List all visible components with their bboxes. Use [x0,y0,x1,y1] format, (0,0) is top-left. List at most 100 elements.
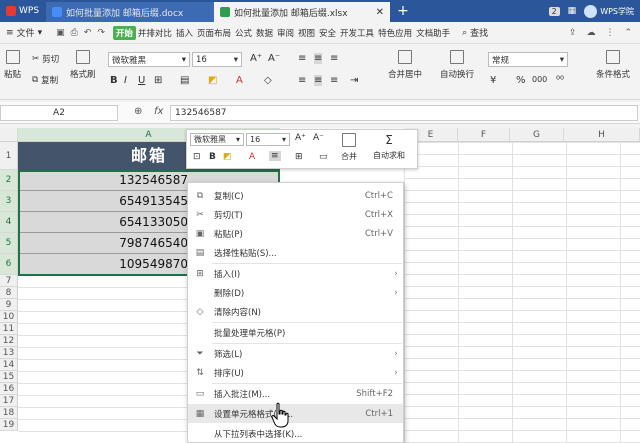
menu-item-filter[interactable]: ⏷ 筛选(L) › [188,344,403,363]
menu-item-copy[interactable]: ⧉ 复制(C) Ctrl+C [188,186,403,205]
fill-color-icon[interactable]: ◩ [208,75,217,86]
row-header-12[interactable]: 12 [0,335,18,347]
indent-icon[interactable]: ⇥ [350,75,358,86]
menu-features[interactable]: 特色应用 [376,27,414,39]
border-icon[interactable]: ⊞ [154,75,162,86]
font-name-select[interactable]: 微软雅黑 ▾ [108,52,190,67]
search-box[interactable]: ⌕ 查找 [462,26,488,40]
row-header-1[interactable]: 1 [0,142,18,170]
collapse-ribbon-icon[interactable]: ⌃ [624,28,632,38]
menu-item-cut[interactable]: ✂ 剪切(T) Ctrl+X [188,205,403,224]
merge-cells-icon[interactable]: ▤ [180,75,189,86]
increase-font-icon[interactable]: A⁺ [250,53,262,64]
decimal-icon[interactable]: ⁰⁰ [556,75,564,86]
number-format-select[interactable]: 常规 ▾ [488,52,568,67]
menu-item-insert-comment[interactable]: ▭ 插入批注(M)... Shift+F2 [188,384,403,403]
menu-item-insert[interactable]: ⊞ 插入(I) › [188,264,403,283]
row-header-9[interactable]: 9 [0,299,18,311]
clear-format-icon[interactable]: ◇ [264,75,272,86]
zoom-icon[interactable]: ⊕ [134,106,142,117]
menu-item-paste[interactable]: ▣ 粘贴(P) Ctrl+V [188,224,403,243]
mini-font-size-select[interactable]: 16 ▾ [246,133,290,146]
conditional-format-button[interactable]: 条件格式 [596,50,630,80]
name-box[interactable]: A2 [0,105,118,121]
currency-icon[interactable]: ¥ [490,75,496,86]
more-icon[interactable]: ⋮ [605,28,614,38]
menu-insert[interactable]: 插入 [174,27,195,39]
thousands-button[interactable]: 000 [532,75,547,84]
bold-button[interactable]: B [110,75,118,86]
window-count-badge[interactable]: 2 [548,6,560,16]
new-tab-button[interactable]: + [390,3,416,19]
row-header-5[interactable]: 5 [0,233,18,254]
menu-doc-assistant[interactable]: 文档助手 [414,27,452,39]
menu-item-pick-list[interactable]: 从下拉列表中选择(K)... [188,424,403,443]
menu-item-batch[interactable]: 批量处理单元格(P) [188,323,403,342]
row-header-18[interactable]: 18 [0,407,18,419]
tab-docx[interactable]: 如何批量添加 邮箱后缀.docx [46,2,214,22]
row-header-3[interactable]: 3 [0,191,18,212]
copy-button[interactable]: ⧉ 复制 [32,74,58,86]
mini-font-name-select[interactable]: 微软雅黑 ▾ [190,133,244,146]
format-painter-button[interactable]: 格式刷 [70,50,96,80]
mini-bold-button[interactable]: B [209,152,216,162]
mini-font-color-icon[interactable]: A [249,152,255,162]
align-top-icon[interactable]: ≡ [298,53,306,64]
menu-item-sort[interactable]: ⇅ 排序(U) › [188,363,403,382]
row-header-14[interactable]: 14 [0,359,18,371]
column-header-f[interactable]: F [458,128,510,142]
paste-button[interactable]: 粘贴 [4,50,21,80]
menu-compare[interactable]: 并排对比 [136,27,174,39]
menu-item-clear[interactable]: ◇ 清除内容(N) [188,302,403,321]
close-tab-icon[interactable]: ✕ [376,7,384,18]
fx-button[interactable]: fx [154,106,163,117]
menu-item-delete[interactable]: 删除(D) › [188,283,403,302]
share-icon[interactable]: ⇪ [569,28,577,38]
menu-review[interactable]: 审阅 [275,27,296,39]
menu-security[interactable]: 安全 [317,27,338,39]
tab-xlsx[interactable]: 如何批量添加 邮箱后缀.xlsx ✕ [214,2,390,22]
mini-decrease-font-icon[interactable]: A⁻ [313,133,324,143]
formula-input[interactable]: 132546587 [170,105,638,121]
select-all-corner[interactable] [0,128,18,142]
mini-fill-color-icon[interactable]: ◩ [223,152,232,162]
menu-item-paste-special[interactable]: ▤ 选择性粘贴(S)... [188,243,403,262]
merge-center-button[interactable]: 合并居中 [388,50,422,80]
mini-merge-button[interactable]: 合并 [341,133,357,162]
undo-icon[interactable]: ↶ [84,28,92,38]
row-header-7[interactable]: 7 [0,275,18,287]
align-right-icon[interactable]: ≡ [330,75,338,86]
mini-autosum-button[interactable]: Σ 自动求和 [373,133,405,161]
row-header-11[interactable]: 11 [0,323,18,335]
mini-format-icon[interactable]: ⊡ [193,152,201,162]
empty-cells[interactable] [404,142,640,443]
underline-button[interactable]: U [138,75,145,86]
user-account[interactable]: WPS学院 [584,4,634,18]
row-header-4[interactable]: 4 [0,212,18,233]
mini-increase-font-icon[interactable]: A⁺ [295,133,306,143]
menu-start[interactable]: 开始 [112,25,136,40]
column-header-h[interactable]: H [564,128,640,142]
menu-formula[interactable]: 公式 [233,27,254,39]
align-middle-icon[interactable]: ≡ [314,53,323,64]
row-header-2[interactable]: 2 [0,170,18,191]
menu-page-layout[interactable]: 页面布局 [195,27,233,39]
menu-data[interactable]: 数据 [254,27,275,39]
wrap-text-button[interactable]: 自动换行 [440,50,474,80]
font-size-select[interactable]: 16 ▾ [192,52,242,67]
grid-icon[interactable]: ▦ [568,6,577,16]
row-header-17[interactable]: 17 [0,395,18,407]
row-header-16[interactable]: 16 [0,383,18,395]
cut-button[interactable]: ✂ 剪切 [32,53,59,65]
row-header-10[interactable]: 10 [0,311,18,323]
align-left-icon[interactable]: ≡ [298,75,306,86]
menu-developer[interactable]: 开发工具 [338,27,376,39]
row-header-19[interactable]: 19 [0,419,18,431]
cloud-icon[interactable]: ☁ [586,28,595,38]
mini-border-icon[interactable]: ⊞ [295,152,303,162]
percent-button[interactable]: % [516,75,526,86]
print-icon[interactable]: ⎙ [71,28,78,38]
decrease-font-icon[interactable]: A⁻ [268,53,280,64]
font-color-icon[interactable]: A [236,75,243,86]
mini-fill-icon[interactable]: ▭ [319,152,328,162]
